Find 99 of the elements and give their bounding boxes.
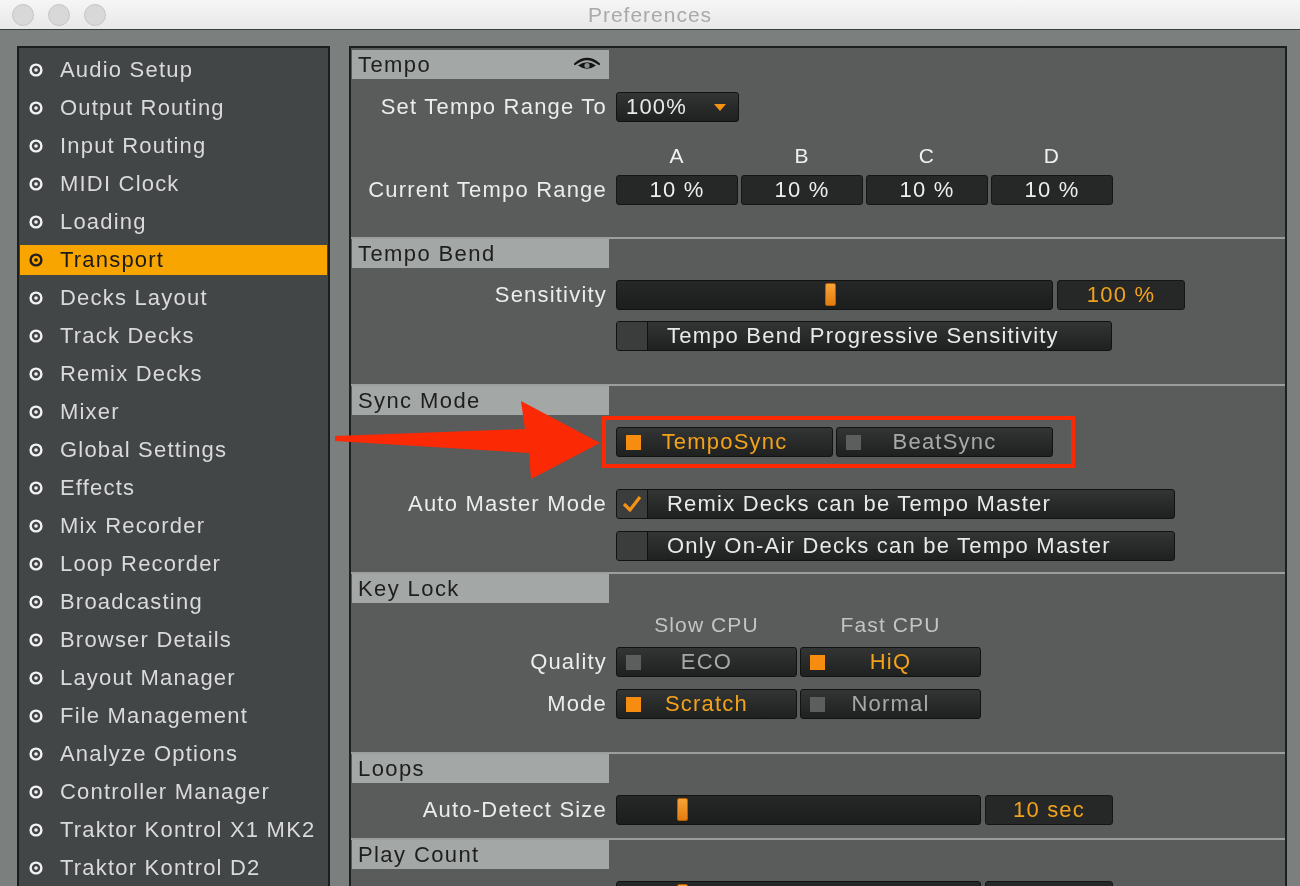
square-indicator-icon <box>626 696 641 712</box>
ring-bullet-icon <box>29 861 43 875</box>
sidebar-item[interactable]: Effects <box>20 473 327 503</box>
section-title: Tempo Bend <box>358 240 496 267</box>
checkmark-icon <box>622 495 642 513</box>
caret-icon <box>714 103 726 111</box>
field-label: Mode <box>547 691 607 716</box>
radio-button[interactable]: Normal <box>800 689 981 719</box>
square-indicator-icon <box>810 696 825 712</box>
ring-bullet-icon <box>29 823 43 837</box>
field-label: Quality <box>530 649 607 674</box>
sidebar-item[interactable]: Controller Manager <box>20 777 327 807</box>
sidebar-item[interactable]: File Management <box>20 701 327 731</box>
ring-bullet-icon <box>29 405 43 419</box>
sidebar-item[interactable]: Broadcasting <box>20 587 327 617</box>
ring-bullet-icon <box>29 671 43 685</box>
sidebar-item[interactable]: Input Routing <box>20 131 327 161</box>
section-title: Sync Mode <box>358 387 481 414</box>
square-indicator-icon <box>626 434 641 450</box>
sidebar-item[interactable]: Browser Details <box>20 625 327 655</box>
sidebar-item[interactable]: MIDI Clock <box>20 169 327 199</box>
sidebar-item[interactable]: Loop Recorder <box>20 549 327 579</box>
square-indicator-icon <box>846 434 861 450</box>
window-control-button[interactable] <box>84 3 106 26</box>
section-title: Loops <box>358 755 425 782</box>
window-control-button[interactable] <box>12 3 34 26</box>
field-label: Auto-Detect Size <box>422 797 607 822</box>
slider-handle[interactable] <box>677 798 689 821</box>
sidebar-item[interactable]: Layout Manager <box>20 663 327 693</box>
field-label: Sensitivity <box>494 282 607 307</box>
sidebar-item[interactable]: Traktor Kontrol X1 MK2 <box>20 815 327 845</box>
ring-bullet-icon <box>29 519 43 533</box>
sidebar-item[interactable]: Mix Recorder <box>20 511 327 541</box>
square-indicator-icon <box>810 654 825 670</box>
sidebar-item[interactable]: Decks Layout <box>20 283 327 313</box>
ring-bullet-icon <box>29 215 43 229</box>
ring-bullet-icon <box>29 253 43 267</box>
value-readout: 100 % <box>1057 280 1185 310</box>
ring-bullet-icon <box>29 481 43 495</box>
radio-button[interactable]: BeatSync <box>836 427 1053 457</box>
square-indicator-icon <box>626 654 641 670</box>
sidebar-item[interactable]: Global Settings <box>20 435 327 465</box>
sidebar-item[interactable]: Output Routing <box>20 93 327 123</box>
sidebar-item[interactable]: Remix Decks <box>20 359 327 389</box>
field-label: Current Tempo Range <box>368 177 607 202</box>
value-readout: 10 % <box>616 175 738 205</box>
window-control-button[interactable] <box>48 3 70 26</box>
sidebar-item[interactable]: Track Decks <box>20 321 327 351</box>
ring-bullet-icon <box>29 785 43 799</box>
ring-bullet-icon <box>29 291 43 305</box>
sidebar-item[interactable]: Mixer <box>20 397 327 427</box>
radio-button[interactable]: HiQ <box>800 647 981 677</box>
ring-bullet-icon <box>29 367 43 381</box>
checkbox[interactable] <box>617 532 648 560</box>
ring-bullet-icon <box>29 101 43 115</box>
column-heading: A <box>668 144 686 168</box>
ring-bullet-icon <box>29 709 43 723</box>
value-readout: 10 % <box>991 175 1113 205</box>
slider-handle[interactable] <box>825 283 837 306</box>
section-title: Play Count <box>358 841 480 868</box>
radio-button[interactable]: TempoSync <box>616 427 833 457</box>
toggle-button[interactable]: Only On-Air Decks can be Tempo Master <box>616 531 1175 561</box>
ring-bullet-icon <box>29 633 43 647</box>
ring-bullet-icon <box>29 595 43 609</box>
ring-bullet-icon <box>29 557 43 571</box>
eye-icon[interactable] <box>574 57 600 72</box>
column-heading: B <box>793 144 811 168</box>
value-readout: 10 sec <box>985 795 1113 825</box>
section-title: Key Lock <box>358 575 460 602</box>
column-heading: C <box>917 144 937 168</box>
slider-track[interactable] <box>616 280 1053 310</box>
ring-bullet-icon <box>29 443 43 457</box>
value-readout: 10 % <box>866 175 988 205</box>
ring-bullet-icon <box>29 63 43 77</box>
sidebar-item[interactable]: Traktor Kontrol D2 <box>20 853 327 883</box>
slider-track[interactable] <box>616 795 981 825</box>
ring-bullet-icon <box>29 329 43 343</box>
sidebar-item[interactable]: Transport <box>20 245 327 275</box>
column-heading: Fast CPU <box>839 613 942 637</box>
checkbox[interactable] <box>617 490 648 518</box>
field-label: Set Tempo Range To <box>380 94 607 119</box>
dropdown[interactable]: 100% <box>616 92 739 122</box>
sidebar-item[interactable]: Loading <box>20 207 327 237</box>
column-heading: D <box>1042 144 1062 168</box>
sidebar-item[interactable]: Audio Setup <box>20 55 327 85</box>
radio-button[interactable]: ECO <box>616 647 797 677</box>
radio-button[interactable]: Scratch <box>616 689 797 719</box>
value-readout: 10 % <box>741 175 863 205</box>
ring-bullet-icon <box>29 747 43 761</box>
ring-bullet-icon <box>29 139 43 153</box>
ring-bullet-icon <box>29 177 43 191</box>
column-heading: Slow CPU <box>653 613 760 637</box>
toggle-button[interactable]: Remix Decks can be Tempo Master <box>616 489 1175 519</box>
section-title: Tempo <box>358 51 432 78</box>
toggle-button[interactable]: Tempo Bend Progressive Sensitivity <box>616 321 1112 351</box>
field-label: Auto Master Mode <box>408 491 607 516</box>
sidebar-item[interactable]: Analyze Options <box>20 739 327 769</box>
window-title: Preferences <box>587 2 713 27</box>
checkbox[interactable] <box>617 322 648 350</box>
